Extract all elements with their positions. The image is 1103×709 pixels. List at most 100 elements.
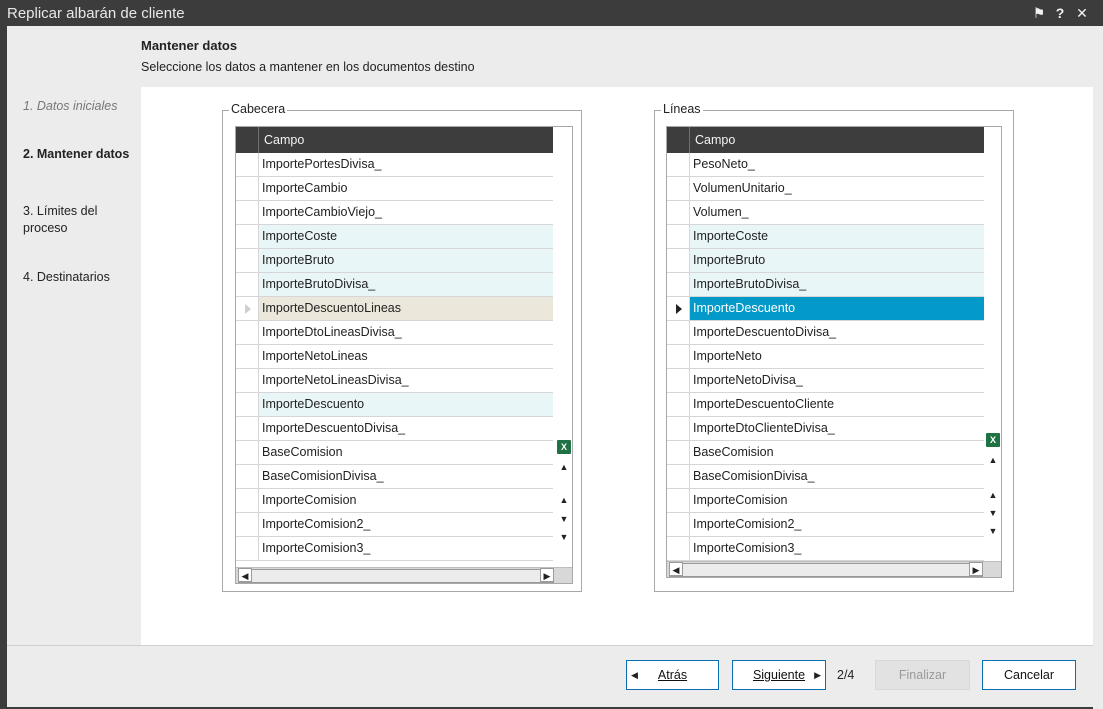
horizontal-scrollbar[interactable]: ◀ ▶ [667, 561, 1001, 577]
campo-cell[interactable]: ImporteBruto [690, 249, 984, 273]
row-selector[interactable] [236, 249, 259, 273]
next-button[interactable]: Siguiente ▶ [732, 660, 826, 690]
table-row[interactable]: BaseComisionDivisa_ [667, 465, 984, 489]
campo-cell[interactable]: ImporteComision2_ [259, 513, 553, 537]
row-selector[interactable] [667, 345, 690, 369]
table-row[interactable]: VolumenUnitario_ [667, 177, 984, 201]
row-selector[interactable] [236, 177, 259, 201]
step-datos-iniciales[interactable]: 1. Datos iniciales [23, 98, 133, 115]
row-selector[interactable] [236, 417, 259, 441]
table-row[interactable]: ImporteCoste [667, 225, 984, 249]
campo-cell[interactable]: ImporteComision [259, 489, 553, 513]
row-selector[interactable] [236, 297, 259, 321]
scroll-down-button[interactable]: ▼ [558, 512, 570, 526]
row-selector[interactable] [667, 225, 690, 249]
table-row[interactable]: ImporteComision [236, 489, 553, 513]
row-selector[interactable] [236, 513, 259, 537]
table-row[interactable]: ImporteDescuentoLineas [236, 297, 553, 321]
table-row[interactable]: BaseComision [667, 441, 984, 465]
table-row[interactable]: ImporteDtoLineasDivisa_ [236, 321, 553, 345]
campo-cell[interactable]: ImporteComision [690, 489, 984, 513]
row-selector[interactable] [667, 489, 690, 513]
row-selector[interactable] [236, 153, 259, 177]
table-row[interactable]: ImporteBrutoDivisa_ [667, 273, 984, 297]
scroll-down-button[interactable]: ▼ [987, 506, 999, 520]
row-selector[interactable] [667, 393, 690, 417]
campo-cell[interactable]: ImporteDescuentoCliente [690, 393, 984, 417]
table-row[interactable]: Volumen_ [667, 201, 984, 225]
row-selector[interactable] [667, 273, 690, 297]
row-selector[interactable] [667, 153, 690, 177]
lineas-grid[interactable]: Campo PesoNeto_ VolumenUnitario_ Volumen_ I… [666, 126, 1002, 578]
back-button[interactable]: ◀ Atrás [626, 660, 719, 690]
row-selector[interactable] [236, 393, 259, 417]
vertical-scrollbar[interactable]: X ▲ ▲ ▼ ▼ [984, 127, 1001, 561]
table-row[interactable]: ImporteComision [667, 489, 984, 513]
table-row[interactable]: PesoNeto_ [667, 153, 984, 177]
table-row[interactable]: ImporteDescuentoDivisa_ [667, 321, 984, 345]
campo-cell[interactable]: PesoNeto_ [690, 153, 984, 177]
campo-cell[interactable]: ImporteDescuento [259, 393, 553, 417]
step-limites-proceso[interactable]: 3. Límites del proceso [23, 203, 133, 237]
campo-cell[interactable]: ImporteDescuentoDivisa_ [259, 417, 553, 441]
vertical-scrollbar[interactable]: X ▲ ▲ ▼ ▼ [555, 127, 572, 567]
row-selector[interactable] [236, 537, 259, 561]
campo-cell[interactable]: BaseComision [259, 441, 553, 465]
table-row[interactable]: ImporteBruto [236, 249, 553, 273]
table-row[interactable]: ImporteNeto [667, 345, 984, 369]
row-selector[interactable] [236, 489, 259, 513]
cabecera-grid[interactable]: Campo ImportePortesDivisa_ ImporteCambio I… [235, 126, 573, 584]
campo-cell[interactable]: ImporteBrutoDivisa_ [259, 273, 553, 297]
campo-cell[interactable]: ImporteBruto [259, 249, 553, 273]
scroll-left-button[interactable]: ◀ [669, 562, 683, 576]
row-selector[interactable] [667, 177, 690, 201]
row-selector[interactable] [667, 417, 690, 441]
row-selector[interactable] [667, 321, 690, 345]
table-row[interactable]: ImporteComision2_ [236, 513, 553, 537]
scroll-track[interactable] [238, 569, 554, 583]
cancel-button[interactable]: Cancelar [982, 660, 1076, 690]
campo-cell[interactable]: ImporteCambioViejo_ [259, 201, 553, 225]
row-selector[interactable] [236, 441, 259, 465]
scroll-track[interactable] [669, 563, 983, 577]
table-row[interactable]: ImporteCambioViejo_ [236, 201, 553, 225]
campo-cell[interactable]: ImporteComision3_ [259, 537, 553, 561]
campo-cell[interactable]: VolumenUnitario_ [690, 177, 984, 201]
help-icon[interactable]: ? [1051, 4, 1069, 22]
campo-cell[interactable]: BaseComisionDivisa_ [259, 465, 553, 489]
row-selector[interactable] [667, 513, 690, 537]
table-row[interactable]: ImporteComision2_ [667, 513, 984, 537]
table-row[interactable]: ImporteDescuento [667, 297, 984, 321]
campo-cell[interactable]: ImporteNetoLineasDivisa_ [259, 369, 553, 393]
campo-cell[interactable]: ImporteDescuentoDivisa_ [690, 321, 984, 345]
campo-cell[interactable]: ImporteNeto [690, 345, 984, 369]
table-row[interactable]: BaseComision [236, 441, 553, 465]
row-selector[interactable] [236, 201, 259, 225]
row-selector[interactable] [236, 321, 259, 345]
scroll-left-button[interactable]: ◀ [238, 568, 252, 582]
pin-icon[interactable]: ⚑ [1030, 4, 1048, 22]
table-row[interactable]: ImportePortesDivisa_ [236, 153, 553, 177]
campo-cell[interactable]: ImporteCoste [690, 225, 984, 249]
table-row[interactable]: ImporteDescuentoDivisa_ [236, 417, 553, 441]
table-row[interactable]: ImporteNetoDivisa_ [667, 369, 984, 393]
table-row[interactable]: ImporteNetoLineasDivisa_ [236, 369, 553, 393]
step-destinatarios[interactable]: 4. Destinatarios [23, 269, 133, 286]
excel-export-icon[interactable]: X [557, 440, 571, 454]
table-row[interactable]: ImporteBruto [667, 249, 984, 273]
row-selector[interactable] [667, 369, 690, 393]
campo-cell[interactable]: BaseComisionDivisa_ [690, 465, 984, 489]
campo-cell[interactable]: ImporteDtoLineasDivisa_ [259, 321, 553, 345]
row-selector[interactable] [667, 537, 690, 561]
row-selector[interactable] [236, 345, 259, 369]
table-row[interactable]: ImporteDescuentoCliente [667, 393, 984, 417]
table-row[interactable]: ImporteNetoLineas [236, 345, 553, 369]
scroll-up-button[interactable]: ▲ [987, 488, 999, 502]
campo-cell[interactable]: ImporteBrutoDivisa_ [690, 273, 984, 297]
scroll-top-button[interactable]: ▲ [987, 453, 999, 467]
scroll-bottom-button[interactable]: ▼ [987, 524, 999, 538]
scroll-up-button[interactable]: ▲ [558, 493, 570, 507]
table-row[interactable]: BaseComisionDivisa_ [236, 465, 553, 489]
scroll-right-button[interactable]: ▶ [540, 568, 554, 582]
table-row[interactable]: ImporteComision3_ [236, 537, 553, 561]
